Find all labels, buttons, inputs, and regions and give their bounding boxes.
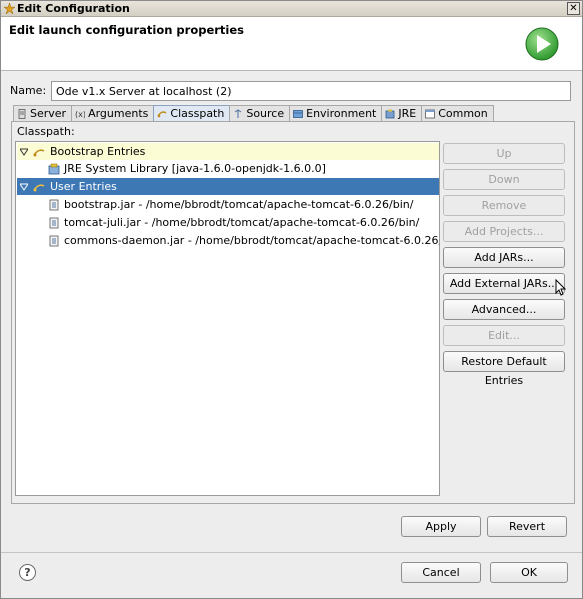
library-icon xyxy=(48,163,60,175)
add-external-jars-button[interactable]: Add External JARs... xyxy=(443,273,565,294)
tree-item-label: tomcat-juli.jar - /home/bbrodt/tomcat/ap… xyxy=(64,216,420,229)
restore-default-entries-button[interactable]: Restore Default Entries xyxy=(443,351,565,387)
tree-item-label: commons-daemon.jar - /home/bbrodt/tomcat… xyxy=(64,234,440,247)
jre-icon xyxy=(385,109,395,118)
tab-server-label: Server xyxy=(30,107,67,120)
remove-button[interactable]: Remove xyxy=(443,195,565,216)
config-tabs: Server (x) Arguments Classpath Source En… xyxy=(13,105,494,121)
help-icon[interactable]: ? xyxy=(19,564,36,581)
tree-item-user-entries[interactable]: User Entries xyxy=(17,178,439,195)
cancel-button[interactable]: Cancel xyxy=(401,562,481,583)
tab-arguments[interactable]: (x) Arguments xyxy=(71,105,155,121)
banner-title: Edit launch configuration properties xyxy=(9,23,245,37)
tab-server[interactable]: Server xyxy=(13,105,73,121)
tree-item-label: Bootstrap Entries xyxy=(50,145,146,158)
tab-environment-label: Environment xyxy=(306,107,377,120)
tab-classpath-label: Classpath xyxy=(170,107,225,120)
jar-icon xyxy=(49,235,59,247)
classpath-icon xyxy=(157,110,167,117)
tab-arguments-label: Arguments xyxy=(88,107,149,120)
tree-item-jar[interactable]: tomcat-juli.jar - /home/bbrodt/tomcat/ap… xyxy=(17,214,439,231)
title-bar[interactable]: Edit Configuration ✕ xyxy=(1,1,582,17)
app-star-icon xyxy=(4,3,15,14)
revert-button[interactable]: Revert xyxy=(487,516,567,537)
dialog-banner: Edit launch configuration properties xyxy=(1,17,582,71)
tab-source-label: Source xyxy=(246,107,285,120)
footer-separator xyxy=(1,552,582,553)
edit-button[interactable]: Edit... xyxy=(443,325,565,346)
tab-jre[interactable]: JRE xyxy=(381,105,423,121)
tree-item-jar[interactable]: commons-daemon.jar - /home/bbrodt/tomcat… xyxy=(17,232,439,249)
classpath-tree[interactable]: Bootstrap Entries JRE System Library [ja… xyxy=(15,141,440,496)
chevron-down-icon[interactable] xyxy=(20,148,28,156)
name-label: Name: xyxy=(10,84,47,97)
common-icon xyxy=(425,109,436,118)
down-button[interactable]: Down xyxy=(443,169,565,190)
environment-icon xyxy=(293,109,304,118)
edit-configuration-dialog: Edit Configuration ✕ Edit launch configu… xyxy=(0,0,583,599)
close-button[interactable]: ✕ xyxy=(567,2,580,15)
tab-source[interactable]: Source xyxy=(229,105,291,121)
mouse-cursor-icon xyxy=(555,279,566,296)
server-icon xyxy=(18,108,26,119)
tab-environment[interactable]: Environment xyxy=(289,105,383,121)
tree-item-label: JRE System Library [java-1.6.0-openjdk-1… xyxy=(64,162,326,175)
apply-button[interactable]: Apply xyxy=(401,516,481,537)
tab-jre-label: JRE xyxy=(398,107,417,120)
name-field[interactable] xyxy=(51,81,571,101)
tree-item-label: User Entries xyxy=(50,180,117,193)
tree-item-bootstrap-entries[interactable]: Bootstrap Entries xyxy=(17,143,439,160)
ok-button[interactable]: OK xyxy=(490,562,568,583)
tab-common-label: Common xyxy=(438,107,488,120)
run-icon xyxy=(525,27,559,61)
classpath-label: Classpath: xyxy=(17,125,75,138)
user-entries-icon xyxy=(33,184,45,192)
tree-item-jar[interactable]: bootstrap.jar - /home/bbrodt/tomcat/apac… xyxy=(17,196,439,213)
jar-icon xyxy=(49,199,59,211)
classpath-group-icon xyxy=(33,149,45,157)
advanced-button[interactable]: Advanced... xyxy=(443,299,565,320)
tree-item-label: bootstrap.jar - /home/bbrodt/tomcat/apac… xyxy=(64,198,414,211)
tree-item-jre-library[interactable]: JRE System Library [java-1.6.0-openjdk-1… xyxy=(17,160,439,177)
window-title: Edit Configuration xyxy=(17,2,130,15)
add-jars-button[interactable]: Add JARs... xyxy=(443,247,565,268)
tab-classpath[interactable]: Classpath xyxy=(153,105,231,121)
arguments-icon: (x) xyxy=(75,110,85,119)
chevron-down-icon[interactable] xyxy=(20,183,28,191)
tab-common[interactable]: Common xyxy=(421,105,494,121)
svg-text:(x): (x) xyxy=(75,110,85,119)
up-button[interactable]: Up xyxy=(443,143,565,164)
add-projects-button[interactable]: Add Projects... xyxy=(443,221,565,242)
source-icon xyxy=(235,108,242,118)
jar-icon xyxy=(49,217,59,229)
